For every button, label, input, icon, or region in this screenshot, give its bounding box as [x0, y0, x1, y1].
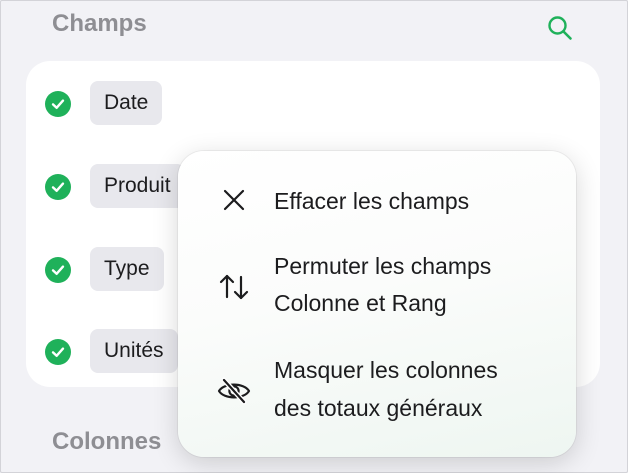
checkmark-circle-icon[interactable] — [45, 91, 71, 117]
swap-arrows-icon — [219, 274, 249, 300]
section-title-colonnes: Colonnes — [52, 428, 162, 455]
search-icon — [548, 16, 572, 40]
menu-item-label-line-2: des totaux généraux — [274, 395, 483, 421]
section-title-champs: Champs — [52, 10, 147, 37]
menu-item-label-line-2: Colonne et Rang — [274, 290, 447, 316]
field-chip-type[interactable]: Type — [90, 247, 164, 291]
search-button[interactable] — [544, 12, 576, 44]
checkmark-circle-icon[interactable] — [45, 257, 71, 283]
menu-item-hide-grand-totals[interactable]: Masquer les colonnes des totaux généraux — [178, 351, 576, 427]
context-menu: Effacer les champs Permuter les champs C… — [178, 151, 576, 457]
checkmark-circle-icon[interactable] — [45, 339, 71, 365]
field-chip-produit[interactable]: Produit — [90, 164, 185, 208]
field-chip-unites[interactable]: Unités — [90, 329, 178, 373]
menu-item-label-line-1: Permuter les champs — [274, 253, 492, 279]
menu-item-label-line-1: Masquer les colonnes — [274, 357, 498, 383]
menu-item-clear-fields[interactable]: Effacer les champs — [178, 179, 576, 223]
checkmark-circle-icon[interactable] — [45, 174, 71, 200]
close-icon — [223, 189, 245, 211]
field-chip-date[interactable]: Date — [90, 81, 163, 125]
menu-item-swap-fields[interactable]: Permuter les champs Colonne et Rang — [178, 249, 576, 325]
menu-item-label: Effacer les champs — [274, 188, 470, 214]
field-row-date[interactable]: Date — [26, 79, 600, 127]
eye-slash-icon — [217, 377, 251, 405]
